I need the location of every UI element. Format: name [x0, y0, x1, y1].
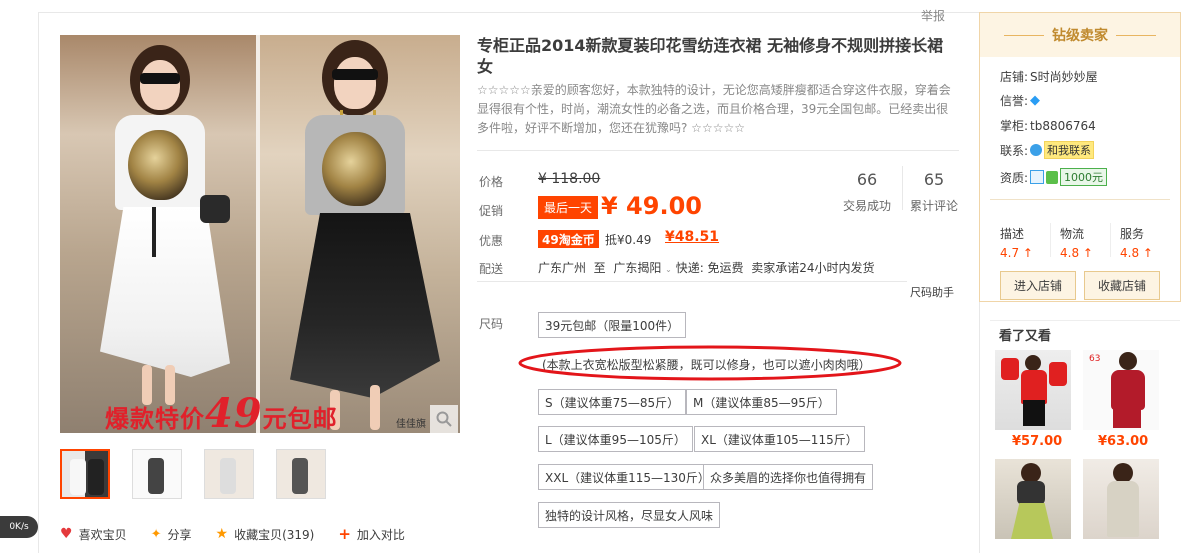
- recommend-item[interactable]: [995, 459, 1071, 539]
- owner-row: 掌柜: tb8806764: [1000, 118, 1096, 134]
- like-button[interactable]: ♥ 喜欢宝贝: [60, 525, 127, 543]
- also-viewed-title: 看了又看: [999, 329, 1052, 344]
- size-option[interactable]: XL（建议体重105—115斤）: [694, 426, 865, 452]
- thumbnail-4[interactable]: [276, 449, 326, 499]
- coin-deduct: 抵¥0.49: [605, 233, 652, 247]
- size-option-note[interactable]: (本款上衣宽松版型松紧腰，既可以修身，也可以遮小肉肉哦）: [538, 351, 875, 377]
- size-option[interactable]: S（建议体重75—85斤）: [538, 389, 687, 415]
- share-button[interactable]: ✦ 分享: [151, 525, 192, 543]
- seller-level-header: 钻级卖家: [980, 13, 1180, 57]
- product-subtitle: ☆☆☆☆☆亲爱的顾客您好，本款独特的设计，无论您高矮胖瘦都适合穿这件衣服，穿着会…: [477, 83, 951, 135]
- reviews-stat[interactable]: 65 累计评论: [906, 170, 962, 214]
- model-photo-white-dress: [60, 35, 256, 433]
- delivery-info: 广东广州 至 广东揭阳 ⌄ 快递: 免运费 卖家承诺24小时内发货: [538, 261, 875, 275]
- network-speed-badge: 0K/s: [0, 516, 38, 538]
- delivery-label: 配送: [479, 262, 504, 276]
- recommend-price: ¥57.00: [1012, 434, 1063, 449]
- heart-icon: ♥: [60, 526, 73, 542]
- collect-button[interactable]: ★ 收藏宝贝(319): [216, 525, 315, 543]
- diamond-icon[interactable]: ◆: [1030, 93, 1040, 108]
- chat-icon[interactable]: [1030, 144, 1043, 156]
- divider: [477, 150, 959, 151]
- thumbnail-2[interactable]: [132, 449, 182, 499]
- rating-logistics[interactable]: 物流 4.8 ↑: [1060, 225, 1093, 260]
- promo-overlay-text: 爆款特价49元包邮: [105, 390, 338, 433]
- contact-row: 联系: 和我联系: [1000, 141, 1095, 159]
- chevron-down-icon[interactable]: ⌄: [665, 265, 672, 274]
- size-option[interactable]: 众多美眉的选择你也值得拥有: [703, 464, 874, 490]
- discount-label: 优惠: [479, 234, 504, 248]
- recommend-price: ¥63.00: [1098, 434, 1149, 449]
- arrow-up-icon: ↑: [1022, 246, 1033, 260]
- action-bar: ♥ 喜欢宝贝 ✦ 分享 ★ 收藏宝贝(319) + 加入对比: [60, 525, 405, 543]
- promo-price: ¥ 49.00: [601, 192, 702, 220]
- divider: [990, 320, 1180, 321]
- destination-select[interactable]: 广东揭阳: [613, 261, 661, 275]
- rating-description[interactable]: 描述 4.7 ↑: [1000, 225, 1033, 260]
- report-link[interactable]: 举报: [921, 7, 945, 24]
- size-helper-link[interactable]: 尺码助手: [910, 284, 954, 300]
- promo-label: 促销: [479, 204, 504, 218]
- size-option[interactable]: L（建议体重95—105斤）: [538, 426, 693, 452]
- shop-name-link[interactable]: S时尚妙妙屋: [1030, 68, 1098, 85]
- deposit-badge[interactable]: 1000元: [1060, 168, 1108, 186]
- price-label: 价格: [479, 175, 504, 189]
- original-price: ¥ 118.00: [538, 171, 601, 187]
- plus-icon: +: [338, 525, 351, 543]
- size-option[interactable]: 39元包邮（限量100件）: [538, 312, 687, 338]
- divider: [1050, 223, 1051, 257]
- thumbnail-1[interactable]: [60, 449, 110, 499]
- taojinbi-badge: 49淘金币: [538, 230, 599, 248]
- promo-badge: 最后一天: [538, 196, 599, 219]
- share-icon: ✦: [150, 526, 162, 542]
- product-title: 专柜正品2014新款夏装印花雪纺连衣裙 无袖修身不规则拼接长裙女: [477, 36, 944, 76]
- star-icon: ★: [215, 526, 229, 542]
- arrow-up-icon: ↑: [1082, 246, 1093, 260]
- stat-divider: [902, 166, 903, 210]
- shop-row: 店铺: S时尚妙妙屋: [1000, 68, 1098, 85]
- seller-info-box: 钻级卖家 店铺: S时尚妙妙屋 信誉: ◆ 掌柜: tb8806764 联系: …: [979, 12, 1181, 302]
- id-card-icon[interactable]: [1030, 170, 1045, 184]
- size-label: 尺码: [479, 317, 504, 331]
- compare-button[interactable]: + 加入对比: [338, 525, 405, 543]
- thumbnail-strip: [60, 449, 326, 499]
- contact-seller-button[interactable]: 和我联系: [1044, 141, 1095, 159]
- main-product-image[interactable]: 爆款特价49元包邮 佳佳旗: [60, 35, 460, 433]
- coin-final-price[interactable]: ¥48.51: [665, 229, 719, 245]
- deals-stat[interactable]: 66 交易成功: [836, 170, 898, 214]
- rating-service[interactable]: 服务 4.8 ↑: [1120, 225, 1153, 260]
- thumbnail-3[interactable]: [204, 449, 254, 499]
- divider: [1110, 223, 1111, 257]
- qualification-row: 资质: 1000元: [1000, 168, 1108, 186]
- size-option[interactable]: XXL（建议体重115—130斤）: [538, 464, 717, 490]
- divider: [990, 199, 1170, 200]
- enter-shop-button[interactable]: 进入店铺: [1000, 271, 1076, 300]
- image-watermark: 佳佳旗: [396, 419, 426, 430]
- zoom-icon[interactable]: [430, 405, 458, 433]
- deposit-icon[interactable]: [1046, 170, 1059, 184]
- divider: [477, 281, 907, 282]
- recommend-item[interactable]: 63: [1083, 350, 1159, 430]
- arrow-up-icon: ↑: [1142, 246, 1153, 260]
- owner-name[interactable]: tb8806764: [1030, 119, 1096, 133]
- recommend-item[interactable]: [1083, 459, 1159, 539]
- size-option[interactable]: M（建议体重85—95斤）: [686, 389, 837, 415]
- model-photo-black-dress: [260, 35, 460, 433]
- credit-row: 信誉: ◆: [1000, 93, 1041, 108]
- collect-shop-button[interactable]: 收藏店铺: [1084, 271, 1160, 300]
- recommend-item[interactable]: [995, 350, 1071, 430]
- size-option[interactable]: 独特的设计风格，尽显女人风味: [538, 502, 721, 528]
